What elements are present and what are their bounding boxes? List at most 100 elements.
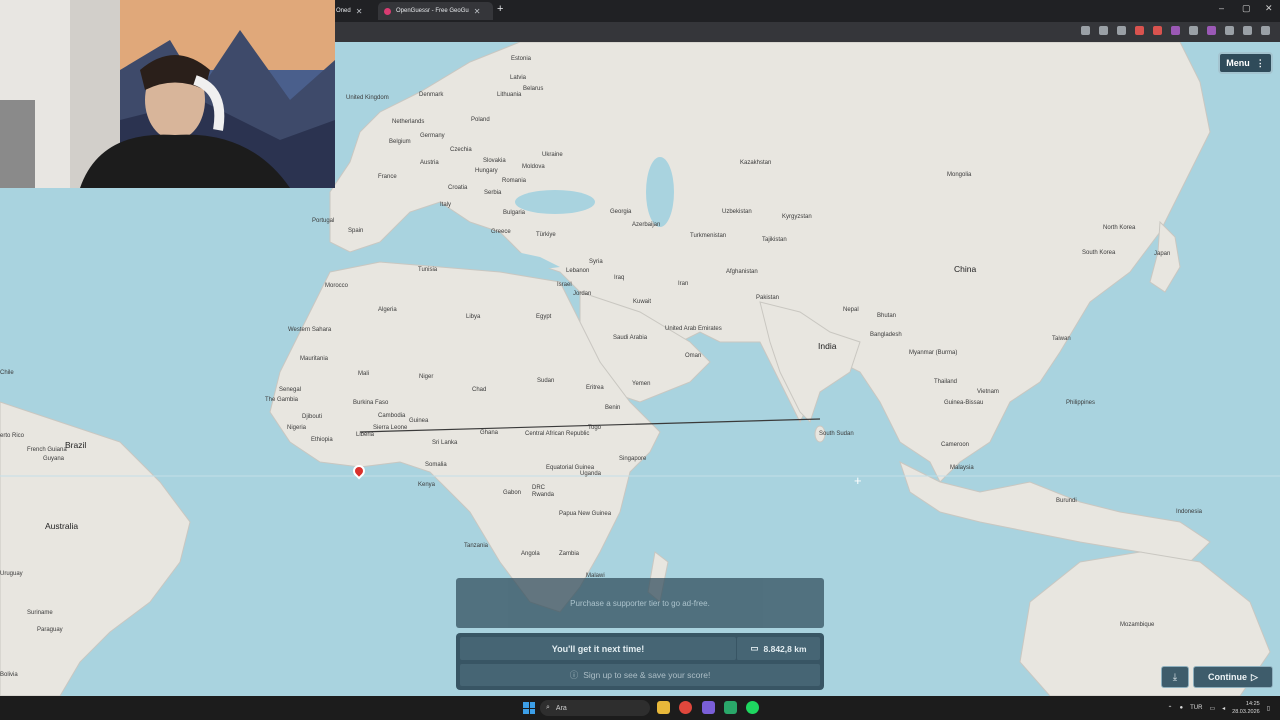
extension-icon[interactable]: [1207, 26, 1216, 35]
translate-icon[interactable]: [1081, 26, 1090, 35]
country-label: France: [378, 174, 397, 180]
country-label: Singapore: [619, 456, 647, 462]
webcam-overlay: [0, 0, 335, 188]
chrome-icon[interactable]: [679, 701, 692, 714]
country-label: Bolivia: [0, 672, 18, 678]
close-window-button[interactable]: ✕: [1265, 3, 1273, 14]
country-label: Taiwan: [1052, 336, 1071, 342]
minimize-button[interactable]: –: [1219, 3, 1224, 13]
puzzle-icon[interactable]: [1225, 26, 1234, 35]
country-label: Ukraine: [542, 152, 563, 158]
search-icon: ⌕: [546, 704, 550, 711]
country-label: Lithuania: [497, 92, 522, 98]
country-label: Chad: [472, 387, 487, 393]
extension-icon[interactable]: [1153, 26, 1162, 35]
country-label: Central African Republic: [525, 431, 590, 437]
notification-icon[interactable]: ▯: [1267, 705, 1270, 712]
file-explorer-icon[interactable]: [657, 701, 670, 714]
play-icon: ▷: [1251, 671, 1258, 682]
country-label: Egypt: [536, 314, 552, 320]
maximize-button[interactable]: ▢: [1242, 3, 1251, 14]
country-label: Cambodia: [378, 413, 406, 419]
country-label: Bhutan: [877, 313, 897, 319]
ublock-icon[interactable]: [1117, 26, 1126, 35]
country-label: Djibouti: [302, 414, 323, 420]
windows-start-icon[interactable]: [523, 702, 535, 714]
country-label: Senegal: [279, 387, 302, 393]
close-icon[interactable]: ✕: [474, 7, 481, 16]
extension-icon[interactable]: [1135, 26, 1144, 35]
menu-button[interactable]: Menu ⋮: [1218, 52, 1273, 74]
country-label: Estonia: [511, 56, 532, 62]
tab-onedrive[interactable]: Oned ✕: [330, 2, 368, 20]
country-label: Uzbekistan: [722, 209, 752, 215]
tab-openguessr[interactable]: OpenGuessr - Free GeoGu ✕: [378, 2, 493, 20]
continue-label: Continue: [1208, 672, 1248, 682]
signup-button[interactable]: ⓘ Sign up to see & save your score!: [460, 664, 820, 686]
extension-icon[interactable]: [1189, 26, 1198, 35]
country-label: Nigeria: [287, 425, 307, 431]
country-label: Germany: [420, 133, 445, 139]
mic-icon[interactable]: ●: [1180, 705, 1184, 711]
ad-banner[interactable]: Purchase a supporter tier to go ad-free.: [456, 578, 824, 628]
distance-display: ▭ 8.842,8 km: [736, 637, 820, 660]
spotify-icon[interactable]: [746, 701, 759, 714]
country-label: Iraq: [614, 275, 625, 281]
country-label: Guinea: [409, 418, 429, 424]
country-label: Portugal: [312, 218, 335, 224]
country-label: Kyrgyzstan: [782, 214, 812, 220]
country-label: Gabon: [503, 490, 522, 496]
chevron-up-icon[interactable]: ⌃: [1167, 705, 1172, 712]
clock[interactable]: 14:25 28.03.2026: [1232, 700, 1260, 716]
country-label: Mauritania: [300, 356, 329, 362]
language-indicator[interactable]: TUR: [1190, 705, 1202, 711]
country-label: Hungary: [475, 168, 498, 174]
country-label: Afghanistan: [726, 269, 758, 275]
close-icon[interactable]: ✕: [356, 7, 363, 16]
country-label: Turkmenistan: [690, 233, 727, 239]
country-label: Nepal: [843, 307, 859, 313]
country-label: Czechia: [450, 147, 472, 153]
country-label: Poland: [471, 117, 490, 123]
country-label: United Kingdom: [346, 95, 389, 101]
result-panel: You'll get it next time! ▭ 8.842,8 km ⓘ …: [456, 633, 824, 690]
country-label: Western Sahara: [288, 327, 332, 333]
distance-value: 8.842,8 km: [763, 643, 807, 654]
cursor-crosshair-icon: +: [854, 473, 862, 488]
kebab-icon[interactable]: [1261, 26, 1270, 35]
country-label: Georgia: [610, 209, 632, 215]
info-icon: ⓘ: [569, 670, 579, 680]
app-icon[interactable]: [702, 701, 715, 714]
favicon-icon: [384, 7, 391, 15]
country-label: Chile: [0, 370, 14, 376]
network-icon[interactable]: ▭: [1209, 705, 1215, 712]
extension-icon[interactable]: [1171, 26, 1180, 35]
country-label: Burundi: [1056, 498, 1077, 504]
country-label: Angola: [521, 551, 540, 557]
country-label: Benin: [605, 405, 621, 411]
country-label: Romania: [502, 178, 527, 184]
volume-icon[interactable]: ◂: [1222, 705, 1225, 712]
star-icon[interactable]: [1099, 26, 1108, 35]
country-label: Oman: [685, 353, 702, 359]
country-label: Togo: [588, 425, 602, 431]
country-label: Uruguay: [0, 571, 23, 577]
download-icon: ⤓: [1172, 671, 1178, 683]
new-tab-button[interactable]: +: [497, 3, 503, 15]
country-label: Suriname: [27, 610, 53, 616]
country-label: Croatia: [448, 185, 468, 191]
country-label: Sierra Leone: [373, 425, 408, 431]
continue-button[interactable]: Continue ▷: [1193, 666, 1273, 688]
country-label: Pakistan: [756, 295, 780, 301]
country-label: United Arab Emirates: [665, 326, 722, 332]
windows-taskbar: ⌕ Ara ⌃ ● TUR ▭ ◂ 14:25 28.03.2026 ▯: [0, 696, 1280, 720]
app-icon[interactable]: [724, 701, 737, 714]
country-label: Cameroon: [941, 442, 970, 448]
profile-icon[interactable]: [1243, 26, 1252, 35]
download-button[interactable]: ⤓: [1161, 666, 1189, 688]
taskbar-search[interactable]: ⌕ Ara: [540, 700, 650, 716]
country-label: Eritrea: [586, 385, 604, 391]
country-label: Thailand: [934, 379, 958, 385]
country-label: Belarus: [523, 86, 544, 92]
country-label: Mali: [358, 371, 370, 377]
